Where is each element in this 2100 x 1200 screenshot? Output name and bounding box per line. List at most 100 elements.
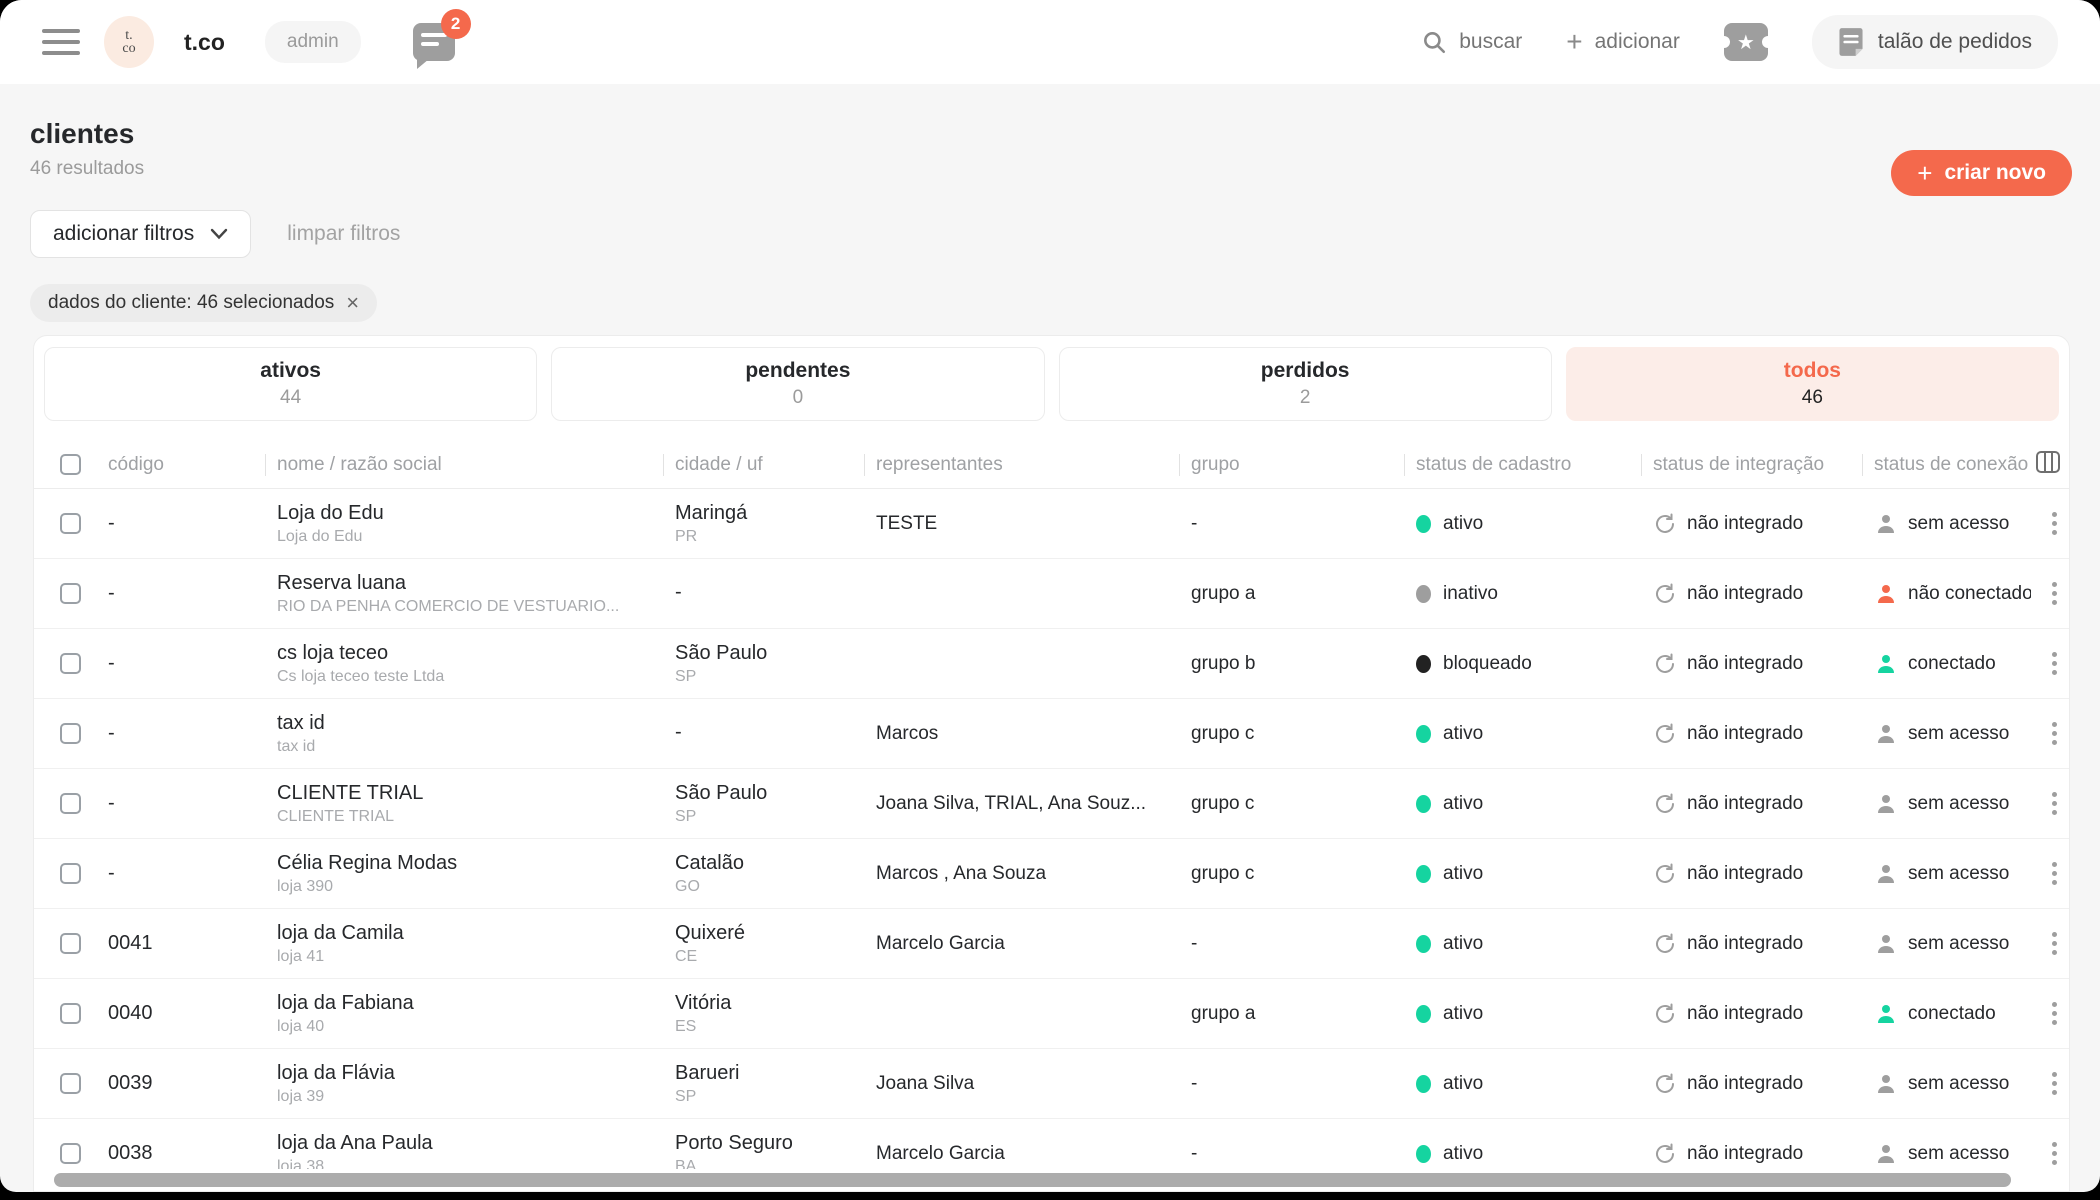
row-actions-menu[interactable] (2040, 1002, 2057, 1025)
filter-chip[interactable]: dados do cliente: 46 selecionados × (30, 284, 377, 322)
brand-logo[interactable]: t. co (104, 16, 154, 68)
column-header-codigo[interactable]: código (96, 454, 265, 476)
cell-grupo: grupo c (1179, 863, 1404, 885)
row-actions-menu[interactable] (2040, 792, 2057, 815)
row-actions-menu[interactable] (2040, 652, 2057, 675)
sync-icon (1653, 1072, 1677, 1096)
cell-grupo: - (1179, 933, 1404, 955)
column-header-representantes[interactable]: representantes (864, 454, 1179, 476)
ticket-star-icon[interactable]: ★ (1724, 23, 1768, 61)
cell-status-conexao: sem acesso (1862, 1072, 2031, 1096)
status-tabs: ativos 44 pendentes 0 perdidos 2 todos 4… (34, 336, 2069, 429)
sync-icon (1653, 722, 1677, 746)
close-icon[interactable]: × (346, 290, 359, 316)
cell-codigo: - (96, 862, 265, 885)
tab-ativos[interactable]: ativos 44 (44, 347, 537, 421)
column-header-grupo[interactable]: grupo (1179, 454, 1404, 476)
row-checkbox[interactable] (60, 1143, 81, 1164)
order-pad-button[interactable]: talão de pedidos (1812, 15, 2058, 69)
cell-status-integracao: não integrado (1641, 1002, 1862, 1026)
select-all-checkbox[interactable] (60, 454, 81, 475)
column-header-integracao[interactable]: status de integração (1641, 454, 1862, 476)
cell-representantes: Marcos , Ana Souza (864, 863, 1179, 885)
sync-icon (1653, 582, 1677, 606)
cell-status-conexao: sem acesso (1862, 862, 2031, 886)
horizontal-scrollbar (34, 1169, 2069, 1191)
table-row[interactable]: - Loja do Edu Loja do Edu Maringá PR TES… (34, 489, 2069, 559)
cell-grupo: - (1179, 513, 1404, 535)
cell-cidade: - (663, 721, 864, 747)
cell-cidade: Maringá PR (663, 502, 864, 546)
row-checkbox[interactable] (60, 723, 81, 744)
row-checkbox[interactable] (60, 933, 81, 954)
scrollbar-thumb[interactable] (54, 1173, 2011, 1187)
row-actions-menu[interactable] (2040, 1072, 2057, 1095)
cell-codigo: - (96, 512, 265, 535)
column-header-cidade[interactable]: cidade / uf (663, 454, 864, 476)
table-row[interactable]: 0039 loja da Flávia loja 39 Barueri SP J… (34, 1049, 2069, 1119)
cell-status-conexao: não conectado (1862, 582, 2031, 606)
cell-grupo: grupo c (1179, 793, 1404, 815)
menu-icon[interactable] (42, 29, 80, 55)
cell-status-conexao: sem acesso (1862, 722, 2031, 746)
tab-perdidos[interactable]: perdidos 2 (1059, 347, 1552, 421)
status-dot (1416, 515, 1431, 533)
table-row[interactable]: - CLIENTE TRIAL CLIENTE TRIAL São Paulo … (34, 769, 2069, 839)
row-checkbox[interactable] (60, 1003, 81, 1024)
table-row[interactable]: 0040 loja da Fabiana loja 40 Vitória ES … (34, 979, 2069, 1049)
cell-status-integracao: não integrado (1641, 1072, 1862, 1096)
status-dot (1416, 865, 1431, 883)
cell-representantes: Joana Silva, TRIAL, Ana Souz... (864, 793, 1179, 815)
row-checkbox[interactable] (60, 513, 81, 534)
sync-icon (1653, 1002, 1677, 1026)
admin-badge: admin (265, 21, 361, 63)
cell-status-integracao: não integrado (1641, 792, 1862, 816)
chevron-down-icon (210, 228, 228, 240)
row-checkbox[interactable] (60, 863, 81, 884)
messages-button[interactable]: 2 (413, 23, 455, 61)
cell-nome: loja da Flávia loja 39 (265, 1062, 663, 1106)
table-row[interactable]: - cs loja teceo Cs loja teceo teste Ltda… (34, 629, 2069, 699)
row-actions-menu[interactable] (2040, 862, 2057, 885)
search-button[interactable]: buscar (1421, 29, 1522, 55)
cell-status-cadastro: ativo (1404, 1003, 1641, 1025)
clear-filters-link[interactable]: limpar filtros (287, 222, 400, 246)
column-header-cadastro[interactable]: status de cadastro (1404, 454, 1641, 476)
person-icon (1874, 652, 1898, 676)
add-filters-dropdown[interactable]: adicionar filtros (30, 210, 251, 258)
tab-pendentes[interactable]: pendentes 0 (551, 347, 1044, 421)
cell-cidade: São Paulo SP (663, 642, 864, 686)
row-actions-menu[interactable] (2040, 1142, 2057, 1165)
column-header-conexao[interactable]: status de conexão (1862, 454, 2031, 476)
table-row[interactable]: - Célia Regina Modas loja 390 Catalão GO… (34, 839, 2069, 909)
row-actions-menu[interactable] (2040, 582, 2057, 605)
row-actions-menu[interactable] (2040, 932, 2057, 955)
column-header-nome[interactable]: nome / razão social (265, 454, 663, 476)
table-row[interactable]: 0041 loja da Camila loja 41 Quixeré CE M… (34, 909, 2069, 979)
create-new-button[interactable]: + criar novo (1891, 150, 2072, 196)
table-row[interactable]: - Reserva luana RIO DA PENHA COMERCIO DE… (34, 559, 2069, 629)
cell-representantes: Marcos (864, 723, 1179, 745)
add-button[interactable]: + adicionar (1566, 28, 1680, 56)
cell-nome: Loja do Edu Loja do Edu (265, 502, 663, 546)
column-settings-icon[interactable] (2023, 449, 2061, 481)
cell-codigo: 0040 (96, 1002, 265, 1025)
cell-grupo: - (1179, 1073, 1404, 1095)
row-actions-menu[interactable] (2040, 512, 2057, 535)
person-icon (1874, 512, 1898, 536)
tab-todos[interactable]: todos 46 (1566, 347, 2059, 421)
table-row[interactable]: - tax id tax id - Marcos grupo c ativo (34, 699, 2069, 769)
row-checkbox[interactable] (60, 653, 81, 674)
cell-status-cadastro: ativo (1404, 933, 1641, 955)
brand-name: t.co (184, 29, 225, 56)
row-checkbox[interactable] (60, 793, 81, 814)
row-checkbox[interactable] (60, 1073, 81, 1094)
cell-status-integracao: não integrado (1641, 862, 1862, 886)
cell-grupo: grupo a (1179, 1003, 1404, 1025)
status-dot (1416, 935, 1431, 953)
status-dot (1416, 1075, 1431, 1093)
row-actions-menu[interactable] (2040, 722, 2057, 745)
cell-codigo: 0038 (96, 1142, 265, 1165)
row-checkbox[interactable] (60, 583, 81, 604)
order-pad-label: talão de pedidos (1878, 30, 2032, 54)
